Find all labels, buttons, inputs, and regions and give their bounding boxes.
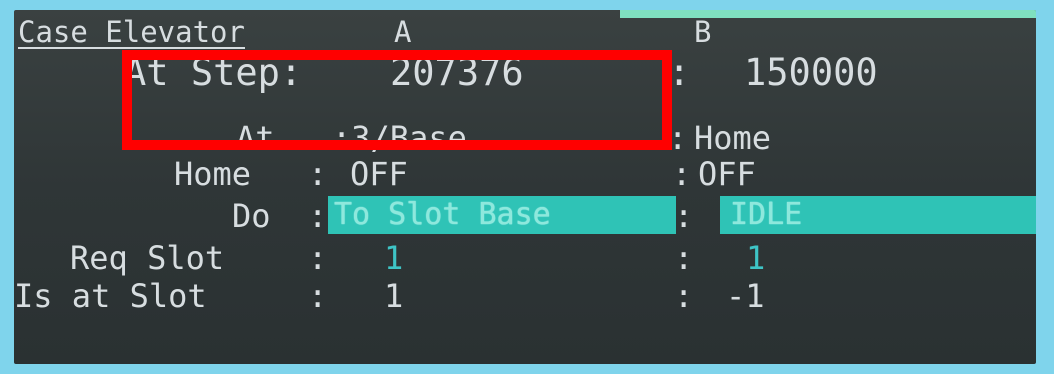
req-slot-separator-a: : [308, 239, 328, 277]
home-value-a: OFF [350, 155, 408, 193]
req-slot-label: Req Slot [70, 239, 225, 277]
do-value-b-highlight: IDLE [720, 196, 1036, 234]
column-a-header: A [394, 15, 412, 49]
do-label: Do [232, 197, 271, 235]
at-value-b: Home [694, 119, 772, 157]
do-separator-a: : [308, 197, 328, 235]
column-b-header: B [694, 15, 712, 49]
req-slot-value-a: 1 [384, 239, 404, 277]
panel-title: Case Elevator [18, 15, 245, 49]
is-at-slot-value-b: -1 [726, 277, 765, 315]
is-at-slot-label: Is at Slot [14, 277, 207, 315]
home-label: Home [174, 155, 252, 193]
do-value-a-highlight: To Slot Base [328, 196, 676, 234]
req-slot-separator: : [674, 239, 694, 277]
highlight-callout-box [122, 50, 672, 150]
is-at-slot-separator-a: : [308, 277, 328, 315]
home-separator-a: : [308, 155, 328, 193]
top-highlight-bar [620, 10, 1036, 18]
is-at-slot-separator: : [674, 277, 694, 315]
req-slot-value-b: 1 [746, 239, 766, 277]
home-value-b: OFF [698, 155, 756, 193]
at-step-value-b: 150000 [744, 51, 878, 94]
terminal-screen: Case Elevator A B At Step: 207376 : 1500… [14, 10, 1036, 364]
do-separator: : [674, 197, 694, 235]
is-at-slot-value-a: 1 [384, 277, 404, 315]
home-separator: : [672, 155, 692, 193]
